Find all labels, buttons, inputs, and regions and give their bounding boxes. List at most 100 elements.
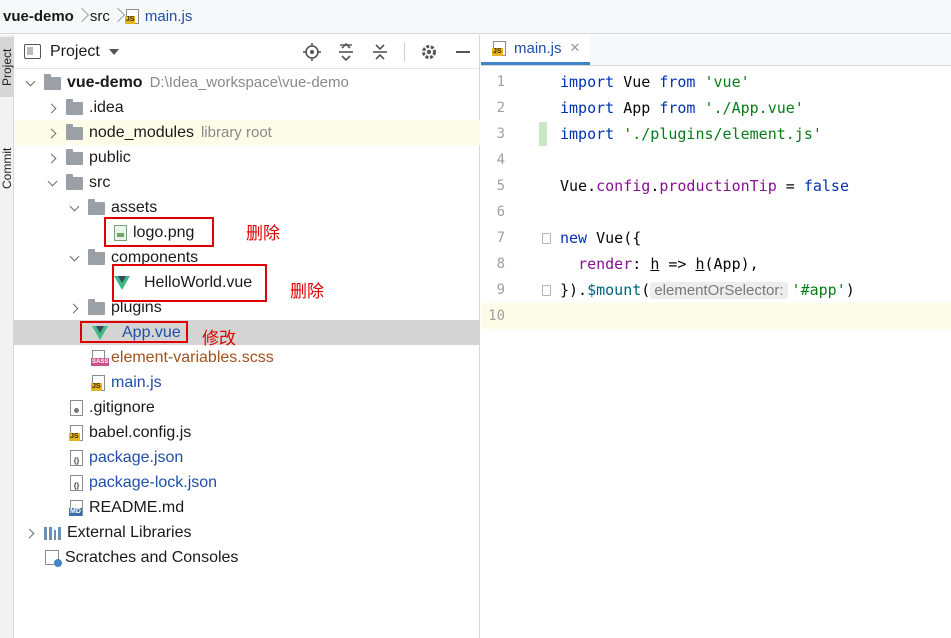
code-editor: JS main.js ✕ 1 import Vue from 'vue' 2 i… bbox=[481, 34, 951, 638]
folder-icon bbox=[88, 249, 105, 265]
line-number: 9 bbox=[496, 282, 505, 298]
tree-item-label: babel.config.js bbox=[89, 423, 192, 441]
tree-item-label: main.js bbox=[111, 373, 162, 391]
tree-item-main-js[interactable]: JS main.js bbox=[14, 370, 480, 395]
project-tool-tab-label: Project bbox=[0, 48, 14, 86]
code-line: 4 bbox=[481, 147, 951, 173]
tree-item-label: assets bbox=[111, 198, 158, 216]
tab-main-js[interactable]: JS main.js ✕ bbox=[481, 34, 591, 65]
tree-item-readme[interactable]: MD README.md bbox=[14, 495, 480, 520]
project-view-selector[interactable]: Project bbox=[50, 43, 100, 61]
tree-item-node-modules[interactable]: node_modules library root bbox=[14, 120, 480, 145]
tree-item-note: library root bbox=[200, 124, 272, 141]
code-text: Vue.config.productionTip = false bbox=[560, 177, 849, 195]
tree-item-label: .gitignore bbox=[89, 398, 155, 416]
breadcrumb-file[interactable]: JS main.js bbox=[124, 0, 193, 34]
tree-item-scratches[interactable]: Scratches and Consoles bbox=[14, 545, 480, 570]
line-number: 10 bbox=[488, 308, 505, 324]
folder-icon bbox=[66, 99, 83, 115]
js-file-icon: JS bbox=[492, 40, 506, 56]
libraries-icon bbox=[44, 526, 61, 540]
tree-item-src[interactable]: src bbox=[14, 170, 480, 195]
fold-marker-icon[interactable] bbox=[542, 285, 551, 296]
expand-all-icon[interactable] bbox=[336, 42, 356, 62]
tree-item-label: package.json bbox=[89, 448, 184, 466]
folder-icon bbox=[44, 74, 61, 90]
chevron-right-icon[interactable] bbox=[46, 126, 60, 140]
line-number: 8 bbox=[496, 256, 505, 272]
tree-item-label: App.vue bbox=[122, 323, 181, 341]
image-file-icon bbox=[114, 224, 127, 241]
chevron-down-icon[interactable] bbox=[68, 251, 82, 265]
tool-window-strip: Project Commit bbox=[0, 35, 14, 638]
chevron-down-icon[interactable] bbox=[46, 176, 60, 190]
close-icon[interactable]: ✕ bbox=[570, 40, 581, 56]
tree-item-helloworld[interactable]: HelloWorld.vue bbox=[14, 270, 480, 295]
annotation-modify-app-vue: 修改 bbox=[202, 329, 236, 348]
chevron-right-icon[interactable] bbox=[24, 526, 38, 540]
code-text: render: h => h(App), bbox=[578, 255, 759, 273]
json-file-icon: {} bbox=[70, 449, 83, 466]
js-file-icon: JS bbox=[124, 9, 139, 24]
line-number: 7 bbox=[496, 230, 505, 246]
vcs-change-marker[interactable] bbox=[539, 122, 547, 146]
tree-item-external-libraries[interactable]: External Libraries bbox=[14, 520, 480, 545]
line-number: 6 bbox=[496, 204, 505, 220]
breadcrumb-folder[interactable]: src bbox=[90, 0, 110, 34]
project-panel: Project vue-demo D:\Idea_workspace\vue-d… bbox=[14, 35, 480, 638]
commit-tool-tab[interactable]: Commit bbox=[0, 133, 14, 203]
tree-item-gitignore[interactable]: .gitignore bbox=[14, 395, 480, 420]
tree-item-package-json[interactable]: {} package.json bbox=[14, 445, 480, 470]
annotation-delete-helloworld: 删除 bbox=[290, 282, 324, 301]
annotation-delete-logo: 删除 bbox=[246, 224, 280, 243]
code-line: 7 new Vue({ bbox=[481, 225, 951, 251]
tree-item-public[interactable]: public bbox=[14, 145, 480, 170]
project-tool-tab[interactable]: Project bbox=[0, 37, 14, 97]
json-file-icon: {} bbox=[70, 474, 83, 491]
chevron-down-icon[interactable] bbox=[68, 201, 82, 215]
code-line: 5 Vue.config.productionTip = false bbox=[481, 173, 951, 199]
tree-item-label: README.md bbox=[89, 498, 185, 516]
code-area[interactable]: 1 import Vue from 'vue' 2 import App fro… bbox=[481, 69, 951, 638]
chevron-down-icon[interactable] bbox=[108, 48, 119, 55]
fold-marker-icon[interactable] bbox=[542, 233, 551, 244]
tree-item-babel-config[interactable]: JS babel.config.js bbox=[14, 420, 480, 445]
chevron-right-icon[interactable] bbox=[68, 301, 82, 315]
tree-item-label: public bbox=[89, 148, 131, 166]
tree-item-app-vue[interactable]: App.vue bbox=[14, 320, 480, 345]
locate-icon[interactable] bbox=[302, 42, 322, 62]
vue-file-icon bbox=[114, 276, 130, 290]
js-file-icon: JS bbox=[91, 374, 105, 391]
breadcrumb-file-label: main.js bbox=[144, 8, 193, 25]
tree-item-root[interactable]: vue-demo D:\Idea_workspace\vue-demo bbox=[14, 70, 480, 95]
tree-item-assets[interactable]: assets bbox=[14, 195, 480, 220]
line-number: 1 bbox=[496, 74, 505, 90]
tree-item-label: HelloWorld.vue bbox=[144, 273, 253, 291]
chevron-right-icon[interactable] bbox=[46, 101, 60, 115]
folder-icon bbox=[66, 124, 83, 140]
code-line: 9 }).$mount(elementOrSelector: '#app') bbox=[481, 277, 951, 303]
chevron-down-icon[interactable] bbox=[24, 76, 38, 90]
line-number: 4 bbox=[496, 152, 505, 168]
breadcrumb: vue-demo src JS main.js bbox=[0, 0, 951, 34]
tab-label: main.js bbox=[514, 39, 562, 57]
tree-item-label: node_modules bbox=[89, 123, 194, 141]
tree-item-components[interactable]: components bbox=[14, 245, 480, 270]
tree-item-label: element-variables.scss bbox=[111, 348, 274, 366]
code-text: }).$mount(elementOrSelector: '#app') bbox=[560, 281, 855, 299]
breadcrumb-project[interactable]: vue-demo bbox=[3, 0, 74, 34]
tree-item-package-lock[interactable]: {} package-lock.json bbox=[14, 470, 480, 495]
tree-item-label: components bbox=[111, 248, 199, 266]
breadcrumb-separator-icon bbox=[74, 0, 90, 34]
breadcrumb-separator-icon bbox=[110, 0, 126, 34]
minimize-icon[interactable] bbox=[453, 42, 473, 62]
tree-item-element-variables[interactable]: SASS element-variables.scss bbox=[14, 345, 480, 370]
folder-icon bbox=[88, 299, 105, 315]
code-text: import './plugins/element.js' bbox=[560, 125, 822, 143]
gear-icon[interactable] bbox=[419, 42, 439, 62]
tree-item-idea[interactable]: .idea bbox=[14, 95, 480, 120]
chevron-right-icon[interactable] bbox=[46, 151, 60, 165]
tree-item-label: logo.png bbox=[133, 223, 195, 241]
collapse-all-icon[interactable] bbox=[370, 42, 390, 62]
tree-item-plugins[interactable]: plugins bbox=[14, 295, 480, 320]
